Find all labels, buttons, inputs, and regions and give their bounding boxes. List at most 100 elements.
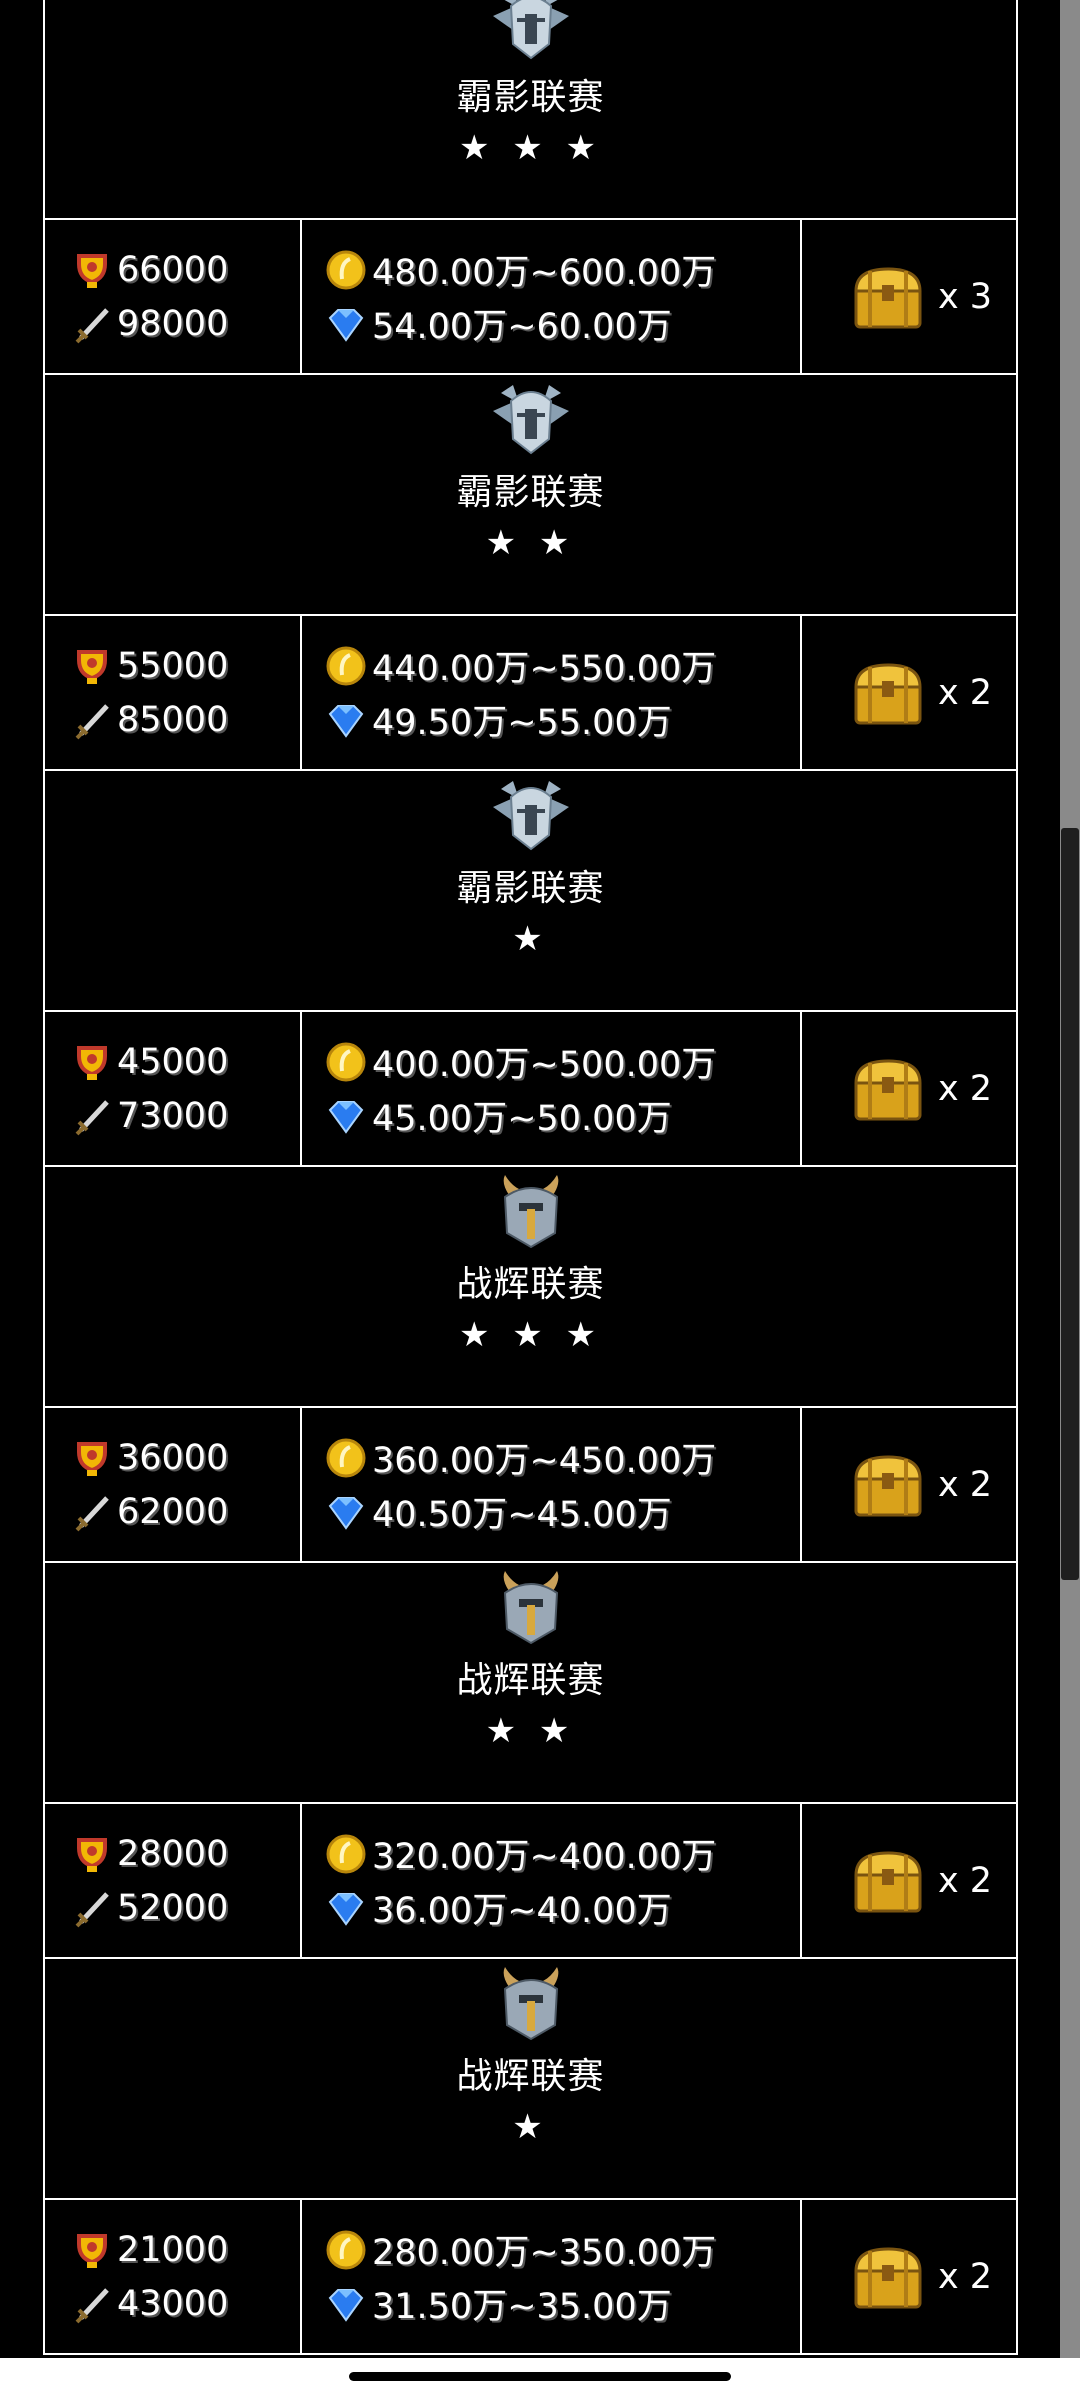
silver-helmet-icon — [492, 781, 569, 851]
power-requirement: 43000 — [117, 2283, 229, 2324]
currency-cell: 480.00万~600.00万 54.00万~60.00万 — [302, 220, 802, 373]
gold-reward: 400.00万~500.00万 — [372, 1045, 717, 1085]
gold-reward: 360.00万~450.00万 — [372, 1441, 717, 1481]
gold-coin-icon — [326, 2230, 366, 2269]
trophy-requirement: 21000 — [117, 2229, 229, 2270]
trophy-icon — [77, 253, 107, 288]
requirements-cell: 45000 73000 — [45, 1012, 302, 1165]
tier-name: 战辉联赛 — [456, 1264, 605, 1305]
currency-cell: 280.00万~350.00万 31.50万~35.00万 — [302, 2200, 802, 2353]
chest-cell: x 2 — [802, 1012, 1016, 1165]
tier-name: 霸影联赛 — [456, 868, 605, 909]
league-tier-header: 战辉联赛 ★ ★ — [43, 1563, 1018, 1804]
chest-count: x 2 — [937, 672, 993, 713]
trophy-requirement: 36000 — [117, 1437, 229, 1478]
tier-stars: ★ ★ ★ — [458, 1315, 603, 1355]
diamond-icon — [328, 1496, 364, 1530]
gold-reward: 480.00万~600.00万 — [372, 253, 717, 293]
requirements-cell: 66000 98000 — [45, 220, 302, 373]
currency-cell: 400.00万~500.00万 45.00万~50.00万 — [302, 1012, 802, 1165]
diamond-icon — [328, 1892, 364, 1926]
treasure-chest-icon — [854, 2246, 922, 2308]
trophy-requirement: 28000 — [117, 1833, 229, 1874]
gold-coin-icon — [326, 646, 366, 685]
tier-name: 霸影联赛 — [456, 77, 605, 118]
currency-cell: 320.00万~400.00万 36.00万~40.00万 — [302, 1804, 802, 1957]
reward-row: 66000 98000 480.00万~600.00万 54.00万~60.00… — [43, 220, 1018, 375]
sword-icon — [75, 2287, 109, 2323]
chest-cell: x 2 — [802, 1408, 1016, 1561]
gold-reward: 440.00万~550.00万 — [372, 649, 717, 689]
chest-cell: x 2 — [802, 616, 1016, 769]
trophy-requirement: 66000 — [117, 249, 229, 290]
sword-icon — [75, 703, 109, 739]
trophy-icon — [77, 1441, 107, 1476]
sword-icon — [75, 1495, 109, 1531]
horned-helmet-icon — [503, 1571, 558, 1645]
treasure-chest-icon — [854, 1058, 922, 1120]
gem-reward: 49.50万~55.00万 — [372, 703, 672, 743]
chest-cell: x 2 — [802, 1804, 1016, 1957]
home-indicator[interactable] — [349, 2372, 731, 2381]
chest-cell: x 3 — [802, 220, 1016, 373]
horned-helmet-icon — [503, 1175, 558, 1249]
power-requirement: 62000 — [117, 1491, 229, 1532]
diamond-icon — [328, 2288, 364, 2322]
chest-count: x 2 — [937, 1068, 993, 1109]
diamond-icon — [328, 704, 364, 738]
treasure-chest-icon — [854, 662, 922, 724]
trophy-requirement: 55000 — [117, 645, 229, 686]
trophy-icon — [77, 2233, 107, 2268]
gem-reward: 31.50万~35.00万 — [372, 2287, 672, 2327]
reward-row: 36000 62000 360.00万~450.00万 40.50万~45.00… — [43, 1408, 1018, 1563]
currency-cell: 440.00万~550.00万 49.50万~55.00万 — [302, 616, 802, 769]
treasure-chest-icon — [854, 1454, 922, 1516]
league-tier-header: 霸影联赛 ★ — [43, 771, 1018, 1012]
sword-icon — [75, 307, 109, 343]
power-requirement: 73000 — [117, 1095, 229, 1136]
gem-reward: 40.50万~45.00万 — [372, 1495, 672, 1535]
gold-reward: 280.00万~350.00万 — [372, 2233, 717, 2273]
chest-count: x 3 — [937, 276, 993, 317]
treasure-chest-icon — [854, 266, 922, 328]
horned-helmet-icon — [503, 1967, 558, 2041]
gold-coin-icon — [326, 250, 366, 289]
scrollbar-thumb[interactable] — [1061, 828, 1079, 1580]
currency-cell: 360.00万~450.00万 40.50万~45.00万 — [302, 1408, 802, 1561]
league-tier-header: 霸影联赛 ★ ★ — [43, 375, 1018, 616]
tier-name: 战辉联赛 — [456, 1660, 605, 1701]
silver-helmet-icon — [492, 385, 569, 455]
chest-count: x 2 — [937, 2256, 993, 2297]
reward-row: 21000 43000 280.00万~350.00万 31.50万~35.00… — [43, 2200, 1018, 2355]
trophy-icon — [77, 1045, 107, 1080]
requirements-cell: 28000 52000 — [45, 1804, 302, 1957]
tier-stars: ★ ★ — [485, 1711, 576, 1751]
league-rewards-table: 霸影联赛 ★ ★ ★ 66000 98000 480.00万~600.00万 5… — [43, 0, 1018, 2358]
requirements-cell: 36000 62000 — [45, 1408, 302, 1561]
gem-reward: 45.00万~50.00万 — [372, 1099, 672, 1139]
tier-stars: ★ ★ — [485, 523, 576, 563]
power-requirement: 98000 — [117, 303, 229, 344]
league-tier-header: 战辉联赛 ★ — [43, 1959, 1018, 2200]
power-requirement: 52000 — [117, 1887, 229, 1928]
requirements-cell: 55000 85000 — [45, 616, 302, 769]
gold-reward: 320.00万~400.00万 — [372, 1837, 717, 1877]
sword-icon — [75, 1099, 109, 1135]
tier-name: 战辉联赛 — [456, 2056, 605, 2097]
trophy-icon — [77, 649, 107, 684]
tier-name: 霸影联赛 — [456, 472, 605, 513]
reward-row: 55000 85000 440.00万~550.00万 49.50万~55.00… — [43, 616, 1018, 771]
tier-stars: ★ — [512, 2107, 549, 2147]
gem-reward: 36.00万~40.00万 — [372, 1891, 672, 1931]
chest-cell: x 2 — [802, 2200, 1016, 2353]
power-requirement: 85000 — [117, 699, 229, 740]
sword-icon — [75, 1891, 109, 1927]
diamond-icon — [328, 1100, 364, 1134]
reward-row: 28000 52000 320.00万~400.00万 36.00万~40.00… — [43, 1804, 1018, 1959]
tier-stars: ★ — [512, 919, 549, 959]
silver-helmet-icon — [492, 0, 569, 60]
trophy-icon — [77, 1837, 107, 1872]
league-tier-header: 霸影联赛 ★ ★ ★ — [43, 0, 1018, 220]
treasure-chest-icon — [854, 1850, 922, 1912]
gold-coin-icon — [326, 1834, 366, 1873]
